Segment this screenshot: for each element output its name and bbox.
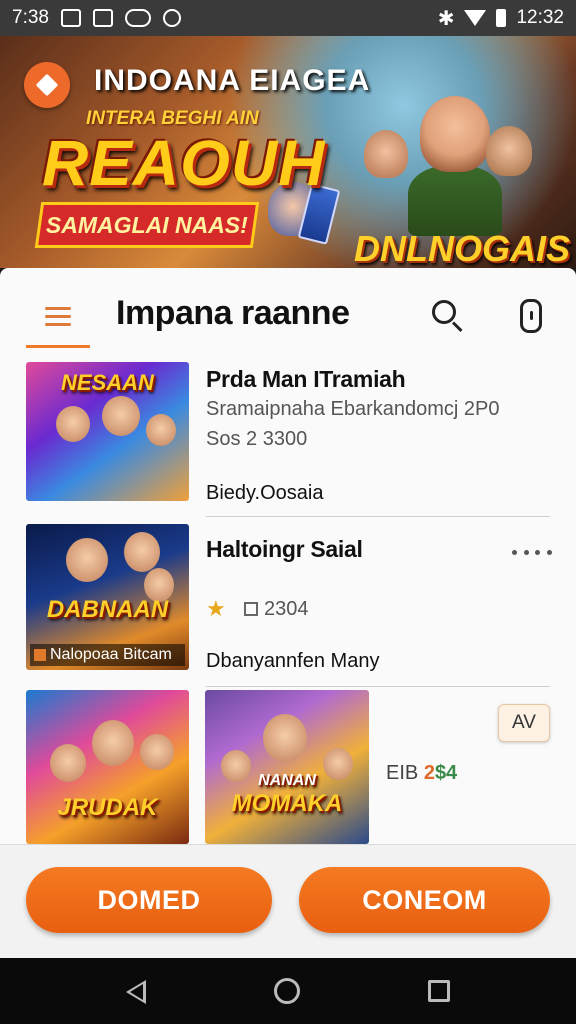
- game-thumbnail[interactable]: NESAAN: [26, 362, 189, 501]
- content-sheet: Impana raanne NESAAN Prda Man ITramiah S…: [0, 268, 576, 958]
- divider: [206, 516, 550, 517]
- star-icon: ★: [206, 596, 226, 621]
- alarm-icon: [162, 9, 181, 27]
- thumbnail-caption: Nalopoaa Bitcam: [30, 644, 185, 666]
- game-thumbnail[interactable]: JRUDAK: [26, 690, 189, 844]
- list-item-footer: Biedy.Oosaia: [206, 482, 324, 504]
- search-icon: [432, 300, 456, 324]
- list-item-price: Sos 2 3300: [206, 428, 308, 450]
- status-bar: 7:38 ✱ 12:32: [0, 0, 576, 36]
- side-character: [486, 126, 532, 176]
- thumbnail-title: MOMAKA: [231, 790, 343, 817]
- battery-icon: [496, 9, 507, 27]
- side-character: [364, 130, 408, 178]
- hero-character: [420, 96, 490, 172]
- thumbnail-title: JRUDAK: [57, 794, 158, 821]
- list-item-subtitle: Sramaipnaha Ebarkandomcj 2P0: [206, 398, 500, 420]
- price-tag: EIB 2$4: [386, 762, 458, 784]
- count-icon: [244, 602, 258, 616]
- banner-title: INDOANA EIAGEA: [94, 64, 371, 97]
- navigation-bar: [0, 958, 576, 1024]
- action-bar: DOMED CONEOM: [0, 844, 576, 958]
- thumbnail-title: NESAAN: [61, 370, 154, 395]
- status-time-right: 12:32: [516, 7, 564, 28]
- list-item-footer: Dbanyannfen Many: [206, 650, 380, 672]
- more-options-button[interactable]: [512, 546, 552, 558]
- app-mini-icon: [34, 648, 46, 661]
- back-icon[interactable]: [126, 980, 146, 1004]
- wifi-icon: [464, 10, 487, 26]
- promo-banner[interactable]: INDOANA EIAGEA INTERA BEGHI AIN REAOUH S…: [0, 36, 576, 268]
- thumbnail-title: DABNAAN: [46, 596, 169, 623]
- list-item-title[interactable]: Prda Man ITramiah: [206, 366, 406, 393]
- app-bar: Impana raanne: [0, 268, 576, 350]
- banner-headline: REAOUH: [42, 127, 326, 199]
- app-logo-icon: [24, 62, 70, 108]
- hamburger-icon: [45, 306, 71, 327]
- phone-icon[interactable]: [520, 299, 542, 333]
- thumbnail-subtitle: NANAN: [258, 772, 316, 789]
- message-icon: [124, 9, 151, 27]
- list-item-title[interactable]: Haltoingr Saial: [206, 536, 363, 563]
- primary-right-button[interactable]: CONEOM: [299, 867, 550, 933]
- image-icon: [60, 9, 81, 27]
- rating-count: 2304: [244, 598, 309, 621]
- game-thumbnail[interactable]: NANAN MOMAKA: [205, 690, 369, 844]
- search-button[interactable]: [430, 298, 464, 333]
- photo-icon: [92, 9, 113, 27]
- game-thumbnail[interactable]: DABNAAN Nalopoaa Bitcam: [26, 524, 189, 670]
- menu-button[interactable]: [26, 288, 90, 348]
- home-icon[interactable]: [274, 978, 300, 1004]
- banner-ribbon: SAMAGLAI NAAS!: [34, 202, 260, 248]
- banner-ribbon-text: SAMAGLAI NAAS!: [46, 211, 248, 238]
- status-time-left: 7:38: [12, 7, 49, 28]
- av-button[interactable]: AV: [498, 704, 550, 742]
- recents-icon[interactable]: [428, 980, 450, 1002]
- divider: [206, 686, 550, 687]
- banner-subheadline: DNLNOGAIS: [354, 228, 570, 268]
- page-title: Impana raanne: [116, 294, 350, 332]
- primary-left-button[interactable]: DOMED: [26, 867, 272, 933]
- hero-character-body: [408, 166, 502, 236]
- bluetooth-icon: ✱: [437, 7, 455, 30]
